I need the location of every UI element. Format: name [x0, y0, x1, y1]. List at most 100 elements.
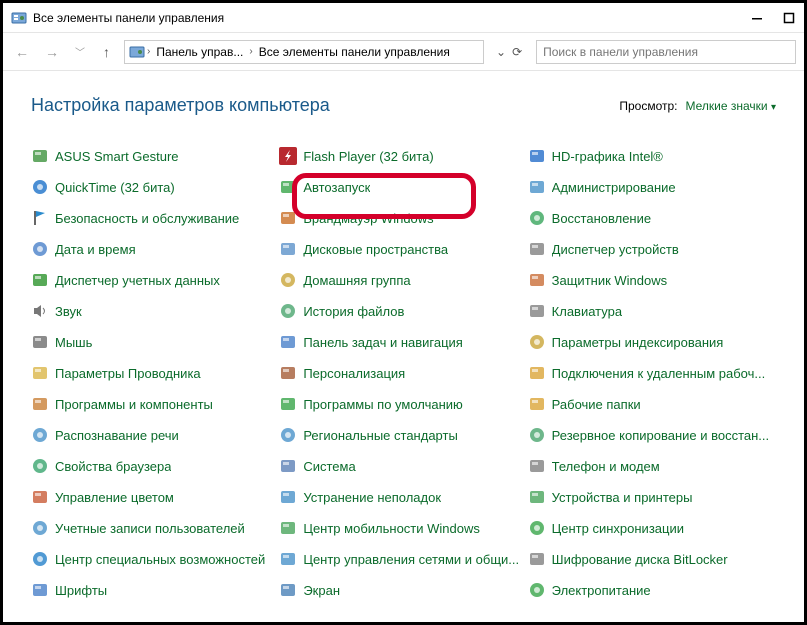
- item-label: Центр мобильности Windows: [303, 521, 480, 536]
- system-icon: [279, 457, 297, 475]
- item-label: ASUS Smart Gesture: [55, 149, 179, 164]
- control-panel-item[interactable]: Звук: [31, 301, 279, 321]
- keyboard-icon: [528, 302, 546, 320]
- control-panel-item[interactable]: ASUS Smart Gesture: [31, 146, 279, 166]
- item-label: Программы и компоненты: [55, 397, 213, 412]
- forward-button[interactable]: →: [41, 42, 63, 62]
- item-label: Программы по умолчанию: [303, 397, 462, 412]
- dropdown-icon[interactable]: ⌄: [496, 45, 506, 59]
- item-label: Электропитание: [552, 583, 651, 598]
- clock-icon: [31, 240, 49, 258]
- control-panel-item[interactable]: Учетные записи пользователей: [31, 518, 279, 538]
- breadcrumb-part2[interactable]: Все элементы панели управления: [255, 45, 454, 59]
- control-panel-item[interactable]: Шифрование диска BitLocker: [528, 549, 776, 569]
- homegroup-icon: [279, 271, 297, 289]
- maximize-button[interactable]: [782, 11, 796, 25]
- control-panel-item[interactable]: Система: [279, 456, 527, 476]
- chevron-right-icon[interactable]: ›: [145, 46, 152, 57]
- flag-icon: [31, 209, 49, 227]
- control-panel-item[interactable]: Диспетчер устройств: [528, 239, 776, 259]
- page-title: Настройка параметров компьютера: [31, 95, 330, 116]
- control-panel-item[interactable]: Панель задач и навигация: [279, 332, 527, 352]
- item-label: Домашняя группа: [303, 273, 410, 288]
- control-panel-item[interactable]: Региональные стандарты: [279, 425, 527, 445]
- control-panel-item[interactable]: Безопасность и обслуживание: [31, 208, 279, 228]
- item-label: Безопасность и обслуживание: [55, 211, 239, 226]
- control-panel-item[interactable]: Программы и компоненты: [31, 394, 279, 414]
- item-label: Центр управления сетями и общи...: [303, 552, 519, 567]
- item-label: Центр синхронизации: [552, 521, 684, 536]
- power-icon: [528, 581, 546, 599]
- control-panel-item[interactable]: Управление цветом: [31, 487, 279, 507]
- control-panel-item[interactable]: Персонализация: [279, 363, 527, 383]
- control-panel-item[interactable]: Распознавание речи: [31, 425, 279, 445]
- up-button[interactable]: ↑: [97, 44, 116, 60]
- search-box[interactable]: [536, 40, 796, 64]
- control-panel-item[interactable]: Рабочие папки: [528, 394, 776, 414]
- autoplay-icon: [279, 178, 297, 196]
- control-panel-item[interactable]: Устройства и принтеры: [528, 487, 776, 507]
- control-panel-item[interactable]: Электропитание: [528, 580, 776, 600]
- recent-dropdown[interactable]: ﹀: [71, 42, 89, 61]
- item-label: Управление цветом: [55, 490, 174, 505]
- back-button[interactable]: ←: [11, 42, 33, 62]
- control-panel-item[interactable]: HD-графика Intel®: [528, 146, 776, 166]
- control-panel-item[interactable]: Администрирование: [528, 177, 776, 197]
- chevron-right-icon[interactable]: ›: [247, 46, 254, 57]
- item-label: Диспетчер устройств: [552, 242, 679, 257]
- control-panel-item[interactable]: Центр мобильности Windows: [279, 518, 527, 538]
- control-panel-item[interactable]: Экран: [279, 580, 527, 600]
- control-panel-item[interactable]: QuickTime (32 бита): [31, 177, 279, 197]
- backup-icon: [528, 426, 546, 444]
- item-label: Резервное копирование и восстан...: [552, 428, 770, 443]
- control-panel-item[interactable]: Подключения к удаленным рабоч...: [528, 363, 776, 383]
- admin-tools-icon: [528, 178, 546, 196]
- control-panel-item[interactable]: Диспетчер учетных данных: [31, 270, 279, 290]
- item-label: Центр специальных возможностей: [55, 552, 265, 567]
- item-label: Мышь: [55, 335, 92, 350]
- item-label: Система: [303, 459, 355, 474]
- control-panel-item[interactable]: Свойства браузера: [31, 456, 279, 476]
- control-panel-item[interactable]: Центр специальных возможностей: [31, 549, 279, 569]
- item-label: Панель задач и навигация: [303, 335, 463, 350]
- view-mode-dropdown[interactable]: Мелкие значки ▾: [686, 99, 777, 113]
- refresh-icon[interactable]: ⟳: [512, 45, 522, 59]
- control-panel-item[interactable]: Телефон и модем: [528, 456, 776, 476]
- control-panel-item[interactable]: Центр синхронизации: [528, 518, 776, 538]
- mobility-icon: [279, 519, 297, 537]
- search-input[interactable]: [543, 45, 789, 59]
- control-panel-item[interactable]: Параметры Проводника: [31, 363, 279, 383]
- control-panel-item[interactable]: Flash Player (32 бита): [279, 146, 527, 166]
- control-panel-item[interactable]: Резервное копирование и восстан...: [528, 425, 776, 445]
- item-label: Шрифты: [55, 583, 107, 598]
- item-label: История файлов: [303, 304, 404, 319]
- control-panel-item[interactable]: Мышь: [31, 332, 279, 352]
- intel-hd-icon: [528, 147, 546, 165]
- flash-icon: [279, 147, 297, 165]
- ease-access-icon: [31, 550, 49, 568]
- network-center-icon: [279, 550, 297, 568]
- item-label: Восстановление: [552, 211, 651, 226]
- control-panel-item[interactable]: Шрифты: [31, 580, 279, 600]
- control-panel-item[interactable]: Дата и время: [31, 239, 279, 259]
- control-panel-item[interactable]: Дисковые пространства: [279, 239, 527, 259]
- control-panel-item[interactable]: Программы по умолчанию: [279, 394, 527, 414]
- address-bar[interactable]: › Панель управ... › Все элементы панели …: [124, 40, 484, 64]
- device-mgr-icon: [528, 240, 546, 258]
- control-panel-item[interactable]: Устранение неполадок: [279, 487, 527, 507]
- control-panel-item[interactable]: Домашняя группа: [279, 270, 527, 290]
- chevron-down-icon: ▾: [771, 102, 776, 113]
- control-panel-item[interactable]: Параметры индексирования: [528, 332, 776, 352]
- minimize-button[interactable]: [750, 11, 764, 25]
- control-panel-item[interactable]: История файлов: [279, 301, 527, 321]
- explorer-options-icon: [31, 364, 49, 382]
- breadcrumb-part1[interactable]: Панель управ...: [152, 45, 247, 59]
- control-panel-item[interactable]: Защитник Windows: [528, 270, 776, 290]
- control-panel-item[interactable]: Клавиатура: [528, 301, 776, 321]
- phone-modem-icon: [528, 457, 546, 475]
- control-panel-item[interactable]: Автозапуск: [279, 177, 527, 197]
- control-panel-item[interactable]: Центр управления сетями и общи...: [279, 549, 527, 569]
- control-panel-item[interactable]: Восстановление: [528, 208, 776, 228]
- control-panel-item[interactable]: Брандмауэр Windows: [279, 208, 527, 228]
- work-folders-icon: [528, 395, 546, 413]
